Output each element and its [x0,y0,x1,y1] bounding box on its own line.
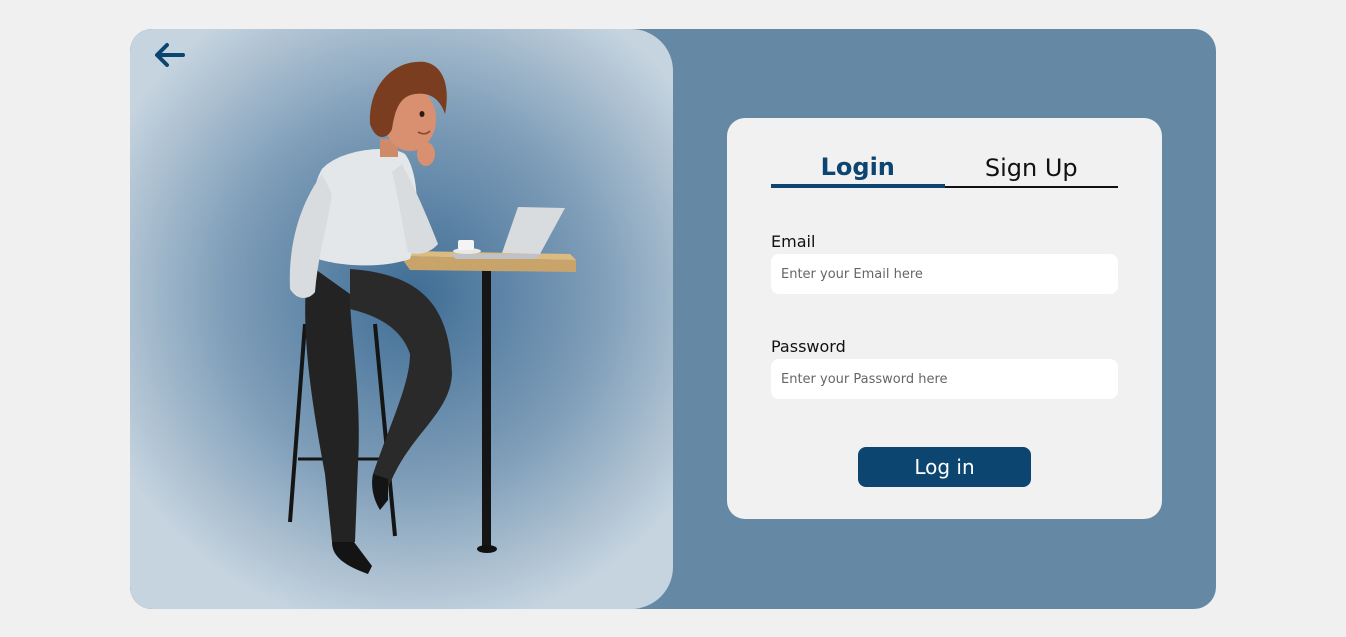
back-button[interactable] [152,39,188,71]
login-card: Login Sign Up Email Password Log in [130,29,1216,609]
tab-sign-up[interactable]: Sign Up [944,150,1118,188]
form-card: Login Sign Up Email Password Log in [727,118,1162,519]
person-illustration [288,61,576,574]
password-label: Password [771,337,846,356]
login-button[interactable]: Log in [858,447,1031,487]
email-label: Email [771,232,816,251]
tab-login[interactable]: Login [771,150,945,188]
email-field[interactable] [771,254,1118,294]
password-field[interactable] [771,359,1118,399]
illustration-panel [130,29,673,609]
auth-tabs: Login Sign Up [771,150,1118,188]
arrow-left-icon [155,43,185,67]
